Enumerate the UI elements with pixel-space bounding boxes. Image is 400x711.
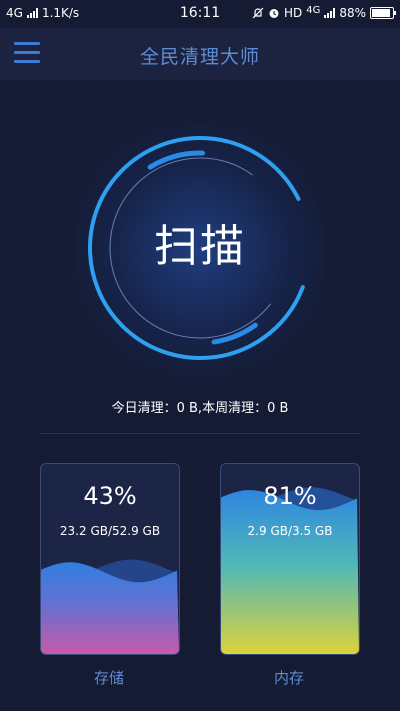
- app-bar: 全民清理大师: [0, 28, 400, 80]
- memory-percent: 81%: [263, 482, 317, 510]
- storage-usage: 23.2 GB/52.9 GB: [59, 524, 161, 538]
- memory-label: 内存: [273, 669, 304, 687]
- signal-icon-2: [324, 8, 336, 18]
- app-title: 全民清理大师: [139, 46, 260, 68]
- hd-indicator: HD: [283, 6, 303, 20]
- network-type-2: 4G: [306, 4, 321, 16]
- status-right: HD 4G 88%: [252, 4, 396, 20]
- memory-usage: 2.9 GB/3.5 GB: [247, 524, 333, 538]
- storage-label: 存储: [93, 669, 124, 687]
- mute-icon: [252, 7, 264, 19]
- alarm-icon: [269, 9, 279, 18]
- cleaning-stats: 今日清理：0 B,本周清理：0 B: [111, 401, 289, 416]
- memory-card[interactable]: 81% 2.9 GB/3.5 GB: [220, 463, 360, 655]
- scan-button[interactable]: 扫描: [100, 210, 300, 274]
- status-bar: 4G 1.1K/s 16:11 HD 4G 88%: [0, 0, 400, 28]
- storage-card[interactable]: 43% 23.2 GB/52.9 GB: [40, 463, 180, 655]
- battery-icon: [370, 7, 396, 19]
- divider: [40, 433, 360, 434]
- storage-percent: 43%: [83, 482, 137, 510]
- battery-percent: 88%: [339, 6, 366, 20]
